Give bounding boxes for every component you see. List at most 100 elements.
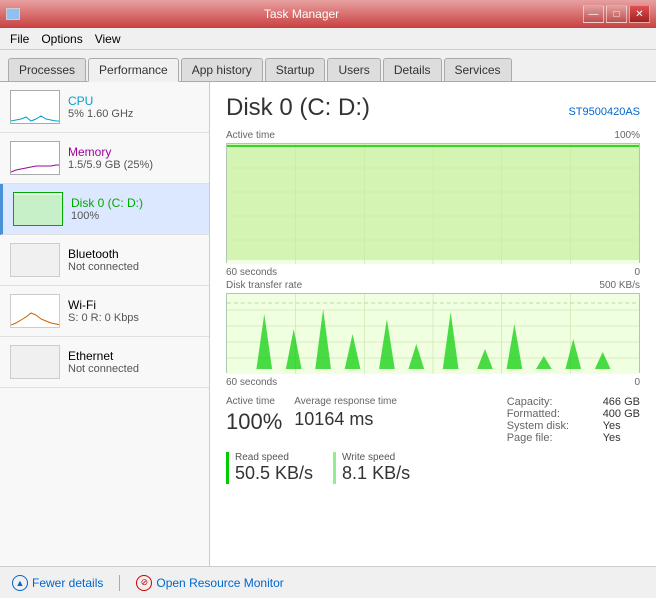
sidebar-item-disk[interactable]: Disk 0 (C: D:) 100% xyxy=(0,184,209,235)
disk-info-block: Capacity: 466 GB Formatted: 400 GB Syste… xyxy=(507,396,640,444)
write-speed-label: Write speed xyxy=(342,452,410,463)
menu-bar: File Options View xyxy=(0,28,656,50)
wifi-subtitle: S: 0 R: 0 Kbps xyxy=(68,312,199,324)
tab-services[interactable]: Services xyxy=(444,58,512,81)
disk-title: Disk 0 (C: D:) xyxy=(71,196,199,210)
response-time-stat: Average response time 10164 ms xyxy=(294,396,397,430)
resource-monitor-icon: ⊘ xyxy=(136,575,152,591)
transfer-chart xyxy=(226,293,640,373)
active-time-stat: Active time 100% xyxy=(226,396,282,435)
capacity-value: 466 GB xyxy=(603,396,640,408)
active-time-chart xyxy=(226,143,640,263)
formatted-label: Formatted: xyxy=(507,408,597,420)
tab-performance[interactable]: Performance xyxy=(88,58,179,82)
bluetooth-thumbnail xyxy=(10,243,60,277)
bluetooth-info: Bluetooth Not connected xyxy=(68,247,199,273)
formatted-row: Formatted: 400 GB xyxy=(507,408,640,420)
wifi-title: Wi-Fi xyxy=(68,298,199,312)
disk-info: Disk 0 (C: D:) 100% xyxy=(71,196,199,222)
transfer-rate-label: Disk transfer rate xyxy=(226,280,302,291)
title-bar-left xyxy=(6,8,20,20)
transfer-seconds-label: 60 seconds xyxy=(226,377,277,388)
sidebar-item-bluetooth[interactable]: Bluetooth Not connected xyxy=(0,235,209,286)
bluetooth-title: Bluetooth xyxy=(68,247,199,261)
active-time-footer: 60 seconds 0 xyxy=(226,267,640,278)
transfer-svg xyxy=(227,294,639,374)
sidebar-item-ethernet[interactable]: Ethernet Not connected xyxy=(0,337,209,388)
maximize-button[interactable]: □ xyxy=(606,5,627,23)
tab-bar: Processes Performance App history Startu… xyxy=(0,50,656,82)
transfer-zero: 0 xyxy=(634,377,640,388)
wifi-thumbnail xyxy=(10,294,60,328)
main-content: CPU 5% 1.60 GHz Memory 1.5/5.9 GB (25%) xyxy=(0,82,656,566)
sidebar-item-cpu[interactable]: CPU 5% 1.60 GHz xyxy=(0,82,209,133)
open-resource-monitor-label: Open Resource Monitor xyxy=(156,576,283,590)
stats-section: Active time 100% Average response time 1… xyxy=(226,396,640,444)
bottom-separator xyxy=(119,575,120,591)
bottom-bar: ▲ Fewer details ⊘ Open Resource Monitor xyxy=(0,566,656,598)
cpu-thumbnail xyxy=(10,90,60,124)
cpu-title: CPU xyxy=(68,94,199,108)
disk-model: ST9500420AS xyxy=(568,106,640,118)
disk-main-title: Disk 0 (C: D:) xyxy=(226,94,370,122)
ethernet-title: Ethernet xyxy=(68,349,199,363)
read-speed-label: Read speed xyxy=(235,452,313,463)
bluetooth-subtitle: Not connected xyxy=(68,261,199,273)
wifi-chart-thumb xyxy=(11,295,60,328)
transfer-max: 500 KB/s xyxy=(599,280,640,291)
tab-startup[interactable]: Startup xyxy=(265,58,326,81)
response-time-stat-label: Average response time xyxy=(294,396,397,407)
tab-details[interactable]: Details xyxy=(383,58,442,81)
menu-view[interactable]: View xyxy=(89,30,127,48)
capacity-label: Capacity: xyxy=(507,396,597,408)
transfer-label-row: Disk transfer rate 500 KB/s xyxy=(226,280,640,291)
disk-header: Disk 0 (C: D:) ST9500420AS xyxy=(226,94,640,122)
menu-file[interactable]: File xyxy=(4,30,35,48)
minimize-button[interactable]: — xyxy=(583,5,604,23)
right-panel: Disk 0 (C: D:) ST9500420AS Active time 1… xyxy=(210,82,656,566)
wifi-info: Wi-Fi S: 0 R: 0 Kbps xyxy=(68,298,199,324)
memory-info: Memory 1.5/5.9 GB (25%) xyxy=(68,145,199,171)
active-time-svg xyxy=(227,144,639,264)
left-panel: CPU 5% 1.60 GHz Memory 1.5/5.9 GB (25%) xyxy=(0,82,210,566)
system-disk-label: System disk: xyxy=(507,420,597,432)
read-speed-value: 50.5 KB/s xyxy=(235,463,313,484)
fewer-details-label: Fewer details xyxy=(32,576,103,590)
cpu-chart-thumb xyxy=(11,91,60,124)
memory-chart-thumb xyxy=(11,142,60,175)
disk-thumbnail xyxy=(13,192,63,226)
system-disk-value: Yes xyxy=(603,420,621,432)
memory-thumbnail xyxy=(10,141,60,175)
chart-seconds-label: 60 seconds xyxy=(226,267,277,278)
sidebar-item-memory[interactable]: Memory 1.5/5.9 GB (25%) xyxy=(0,133,209,184)
title-bar: Task Manager — □ ✕ xyxy=(0,0,656,28)
tab-users[interactable]: Users xyxy=(327,58,380,81)
sidebar-item-wifi[interactable]: Wi-Fi S: 0 R: 0 Kbps xyxy=(0,286,209,337)
response-time-stat-value: 10164 ms xyxy=(294,409,397,430)
ethernet-thumbnail xyxy=(10,345,60,379)
tab-processes[interactable]: Processes xyxy=(8,58,86,81)
cpu-info: CPU 5% 1.60 GHz xyxy=(68,94,199,120)
page-file-label: Page file: xyxy=(507,432,597,444)
app-icon xyxy=(6,8,20,20)
close-button[interactable]: ✕ xyxy=(629,5,650,23)
ethernet-subtitle: Not connected xyxy=(68,363,199,375)
active-time-stat-label: Active time xyxy=(226,396,282,407)
open-resource-monitor-button[interactable]: ⊘ Open Resource Monitor xyxy=(136,575,283,591)
tab-app-history[interactable]: App history xyxy=(181,58,263,81)
disk-subtitle: 100% xyxy=(71,210,199,222)
memory-title: Memory xyxy=(68,145,199,159)
active-time-stat-value: 100% xyxy=(226,409,282,435)
active-time-label: Active time xyxy=(226,130,275,141)
write-speed-value: 8.1 KB/s xyxy=(342,463,410,484)
active-time-max: 100% xyxy=(614,130,640,141)
title-bar-controls: — □ ✕ xyxy=(583,5,650,23)
page-file-row: Page file: Yes xyxy=(507,432,640,444)
menu-options[interactable]: Options xyxy=(35,30,88,48)
title-bar-title: Task Manager xyxy=(20,7,583,21)
fewer-details-button[interactable]: ▲ Fewer details xyxy=(12,575,103,591)
page-file-value: Yes xyxy=(603,432,621,444)
read-speed-block: Read speed 50.5 KB/s xyxy=(226,452,313,484)
ethernet-info: Ethernet Not connected xyxy=(68,349,199,375)
capacity-row: Capacity: 466 GB xyxy=(507,396,640,408)
